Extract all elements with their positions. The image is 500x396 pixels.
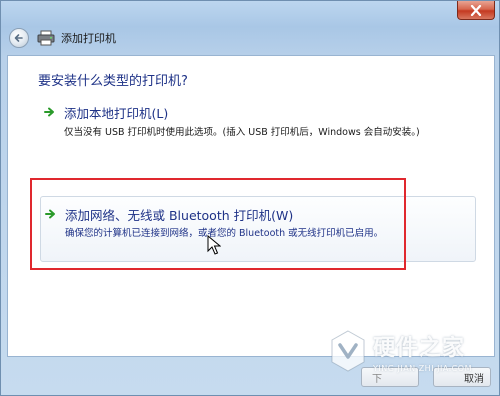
close-button[interactable] [457,1,495,20]
hexagon-logo-icon [331,330,365,372]
page-question: 要安装什么类型的打印机? [38,74,188,89]
printer-icon [37,30,55,46]
red-highlight-box [30,178,406,270]
wizard-content: 要安装什么类型的打印机? 添加本地打印机(L) 仅当没有 USB 打印机时使用此… [7,55,495,357]
back-arrow-icon [14,34,23,42]
green-arrow-icon [44,107,54,117]
mouse-cursor-icon [207,235,221,255]
option-add-local-printer[interactable]: 添加本地打印机(L) 仅当没有 USB 打印机时使用此选项。(插入 USB 打印… [40,100,476,140]
close-icon [470,4,482,16]
add-printer-window: 添加打印机 要安装什么类型的打印机? 添加本地打印机(L) 仅当没有 USB 打… [0,0,500,396]
watermark-english-text: YING JIAN ZHI JIA.COM [373,363,472,373]
title-row: 添加打印机 [5,27,205,49]
option-title: 添加本地打印机(L) [64,106,169,121]
back-button[interactable] [9,28,29,48]
window-title: 添加打印机 [61,32,116,45]
watermark: 硬件之家 YING JIAN ZHI JIA.COM [329,323,499,379]
watermark-chinese-text: 硬件之家 [373,335,466,361]
option-description: 仅当没有 USB 打印机时使用此选项。(插入 USB 打印机后，Windows … [64,127,420,138]
